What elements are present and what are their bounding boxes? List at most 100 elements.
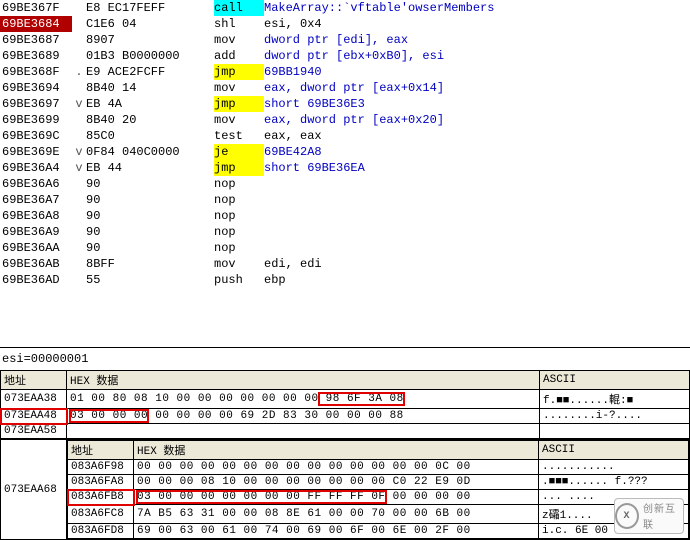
disasm-row[interactable]: 69BE36A790nop [0, 192, 690, 208]
dump-ascii [540, 424, 690, 439]
disasm-row[interactable]: 69BE36AB8BFFmovedi, edi [0, 256, 690, 272]
col-header-addr: 地址 [68, 441, 134, 460]
register-status-line: esi=00000001 [0, 348, 690, 370]
addr-cell: 69BE36AD [0, 272, 72, 288]
disasm-row[interactable]: 69BE369Ev0F84 040C0000je69BE42A8 [0, 144, 690, 160]
disasm-row[interactable]: 69BE3684C1E6 04shlesi, 0x4 [0, 16, 690, 32]
dump-hex: 00 00 00 00 00 00 00 00 00 00 00 00 00 0… [134, 460, 539, 475]
bytes-cell: E8 EC17FEFF [86, 0, 214, 16]
mnemonic-cell: call [214, 0, 264, 16]
disasm-row[interactable]: 69BE36A6 90nop [0, 176, 690, 192]
dump-ascii: .■■■...... f.??? [539, 475, 689, 490]
operand-cell: esi, 0x4 [264, 16, 690, 32]
dump-hex: 03 00 00 00 00 00 00 00 69 2D 83 30 00 0… [67, 409, 540, 424]
dump-hex: 7A B5 63 31 00 00 08 8E 61 00 00 70 00 0… [134, 505, 539, 524]
mnemonic-cell: nop [214, 176, 264, 192]
dump-row[interactable]: 083A6FA800 00 00 08 10 00 00 00 00 00 00… [68, 475, 689, 490]
gutter-arrow: v [72, 160, 86, 176]
bytes-cell: C1E6 04 [86, 16, 214, 32]
mnemonic-cell: jmp [214, 64, 264, 80]
operand-cell: 69BB1940 [264, 64, 690, 80]
disasm-row[interactable]: 69BE36878907movdword ptr [edi], eax [0, 32, 690, 48]
mnemonic-cell: mov [214, 32, 264, 48]
dump-hex: 03 00 00 00 00 00 00 00 FF FF FF 0F 00 0… [134, 490, 539, 505]
outer-addr: 073EAA68 [1, 440, 67, 540]
dump-hex [67, 424, 540, 439]
addr-cell: 69BE368F [0, 64, 72, 80]
disasm-row[interactable]: 69BE36AD55pushebp [0, 272, 690, 288]
dump-row[interactable]: 073EAA4803 00 00 00 00 00 00 00 69 2D 83… [1, 409, 690, 424]
dump-hex: 69 00 63 00 61 00 74 00 69 00 6F 00 6E 0… [134, 524, 539, 539]
dump-addr: 073EAA38 [1, 390, 67, 409]
addr-cell: 69BE3684 [0, 16, 72, 32]
bytes-cell: 90 [86, 224, 214, 240]
gutter-arrow: v [72, 96, 86, 112]
dump-row[interactable]: 083A6F9800 00 00 00 00 00 00 00 00 00 00… [68, 460, 689, 475]
dump-row[interactable]: 083A6FB803 00 00 00 00 00 00 00 FF FF FF… [68, 490, 689, 505]
bytes-cell: EB 44 [86, 160, 214, 176]
bytes-cell: 90 [86, 240, 214, 256]
gutter-arrow: . [72, 64, 86, 80]
col-header-ascii: ASCII [539, 441, 689, 460]
bytes-cell: 01B3 B0000000 [86, 48, 214, 64]
addr-cell: 69BE36AA [0, 240, 72, 256]
operand-cell: MakeArray::`vftable'owserMembers [264, 0, 690, 16]
disasm-row[interactable]: 69BE36A890nop [0, 208, 690, 224]
mnemonic-cell: mov [214, 112, 264, 128]
dump-addr: 083A6FD8 [68, 524, 134, 539]
bytes-cell: 8B40 14 [86, 80, 214, 96]
dump-addr: 073EAA48 [1, 409, 67, 424]
operand-cell: 69BE42A8 [264, 144, 690, 160]
dump-addr: 083A6FB8 [68, 490, 134, 505]
mnemonic-cell: push [214, 272, 264, 288]
bytes-cell: EB 4A [86, 96, 214, 112]
col-header-ascii: ASCII [540, 371, 690, 390]
operand-cell: dword ptr [ebx+0xB0], esi [264, 48, 690, 64]
addr-cell: 69BE3694 [0, 80, 72, 96]
dump-addr: 083A6FA8 [68, 475, 134, 490]
disasm-row[interactable]: 69BE3694 8B40 14moveax, dword ptr [eax+0x… [0, 80, 690, 96]
hex-dump-table-2[interactable]: 地址HEX 数据ASCII083A6F9800 00 00 00 00 00 0… [67, 440, 689, 539]
bytes-cell: 85C0 [86, 128, 214, 144]
disasm-row[interactable]: 69BE36A4vEB 44jmpshort 69BE36EA [0, 160, 690, 176]
col-header-hex: HEX 数据 [67, 371, 540, 390]
bytes-cell: 90 [86, 192, 214, 208]
dump-addr: 083A6F98 [68, 460, 134, 475]
operand-cell: ebp [264, 272, 690, 288]
disasm-row[interactable]: 69BE36998B40 20moveax, dword ptr [eax+0x… [0, 112, 690, 128]
mnemonic-cell: nop [214, 224, 264, 240]
operand-cell: eax, dword ptr [eax+0x14] [264, 80, 690, 96]
disasm-row[interactable]: 69BE369C85C0testeax, eax [0, 128, 690, 144]
addr-cell: 69BE3687 [0, 32, 72, 48]
disasm-row[interactable]: 69BE367FE8 EC17FEFFcallMakeArray::`vftab… [0, 0, 690, 16]
dump-row[interactable]: 083A6FC87A B5 63 31 00 00 08 8E 61 00 00… [68, 505, 689, 524]
hex-dump-table-2-outer[interactable]: 073EAA68地址HEX 数据ASCII083A6F9800 00 00 00… [0, 439, 690, 540]
mnemonic-cell: nop [214, 240, 264, 256]
mnemonic-cell: mov [214, 80, 264, 96]
addr-cell: 69BE3699 [0, 112, 72, 128]
bytes-cell: 90 [86, 208, 214, 224]
bytes-cell: E9 ACE2FCFF [86, 64, 214, 80]
disasm-row[interactable]: 69BE36AA 90nop [0, 240, 690, 256]
addr-cell: 69BE3697 [0, 96, 72, 112]
disasm-row[interactable]: 69BE368901B3 B0000000adddword ptr [ebx+0… [0, 48, 690, 64]
bytes-cell: 90 [86, 176, 214, 192]
hex-dump-table-1[interactable]: 地址 HEX 数据 ASCII 073EAA3801 00 80 08 10 0… [0, 370, 690, 439]
bytes-cell: 8BFF [86, 256, 214, 272]
dump-row[interactable]: 083A6FD869 00 63 00 61 00 74 00 69 00 6F… [68, 524, 689, 539]
mnemonic-cell: test [214, 128, 264, 144]
disasm-row[interactable]: 69BE368F.E9 ACE2FCFFjmp69BB1940 [0, 64, 690, 80]
addr-cell: 69BE36A6 [0, 176, 72, 192]
addr-cell: 69BE36A7 [0, 192, 72, 208]
watermark-logo: X创新互联 [614, 498, 684, 534]
dump-hex: 01 00 80 08 10 00 00 00 00 00 00 00 98 6… [67, 390, 540, 409]
dump-row[interactable]: 073EAA58 [1, 424, 690, 439]
gutter-arrow: v [72, 144, 86, 160]
dump-hex: 00 00 00 08 10 00 00 00 00 00 00 00 C0 2… [134, 475, 539, 490]
operand-cell: dword ptr [edi], eax [264, 32, 690, 48]
dump-row[interactable]: 073EAA3801 00 80 08 10 00 00 00 00 00 00… [1, 390, 690, 409]
disassembly-listing[interactable]: 69BE367FE8 EC17FEFFcallMakeArray::`vftab… [0, 0, 690, 348]
addr-cell: 69BE369E [0, 144, 72, 160]
disasm-row[interactable]: 69BE3697vEB 4Ajmpshort 69BE36E3 [0, 96, 690, 112]
disasm-row[interactable]: 69BE36A990nop [0, 224, 690, 240]
